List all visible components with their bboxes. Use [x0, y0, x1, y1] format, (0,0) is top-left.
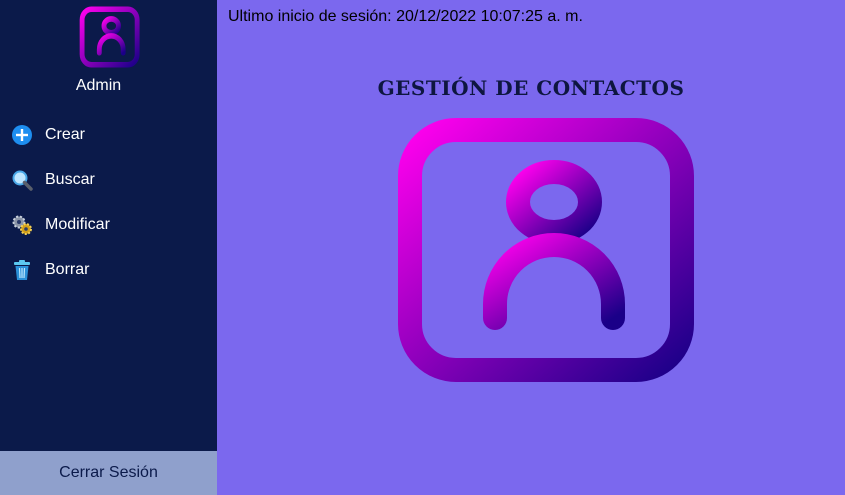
- last-login-text: Ultimo inicio de sesión: 20/12/2022 10:0…: [228, 8, 583, 25]
- logout-button[interactable]: Cerrar Sesión: [0, 451, 217, 495]
- sidebar-item-modificar[interactable]: Modificar: [0, 202, 217, 247]
- sidebar: Admin Crear Buscar Modificar Borrar Cerr…: [0, 0, 217, 495]
- sidebar-item-buscar[interactable]: Buscar: [0, 157, 217, 202]
- contact-book-icon: [370, 116, 696, 384]
- sidebar-menu: Crear Buscar Modificar Borrar: [0, 112, 217, 292]
- user-name: Admin: [75, 77, 122, 94]
- gears-icon: [11, 214, 33, 236]
- magnifier-icon: [11, 169, 33, 191]
- page-title: GESTIÓN DE CONTACTOS: [377, 76, 685, 100]
- sidebar-item-label: Modificar: [45, 215, 110, 233]
- sidebar-item-label: Crear: [45, 125, 86, 143]
- sidebar-item-label: Buscar: [45, 170, 95, 188]
- sidebar-item-crear[interactable]: Crear: [0, 112, 217, 157]
- sidebar-item-borrar[interactable]: Borrar: [0, 247, 217, 292]
- trash-icon: [11, 259, 33, 281]
- plus-circle-icon: [11, 124, 33, 146]
- sidebar-item-label: Borrar: [45, 260, 90, 278]
- contact-book-icon: [74, 6, 140, 68]
